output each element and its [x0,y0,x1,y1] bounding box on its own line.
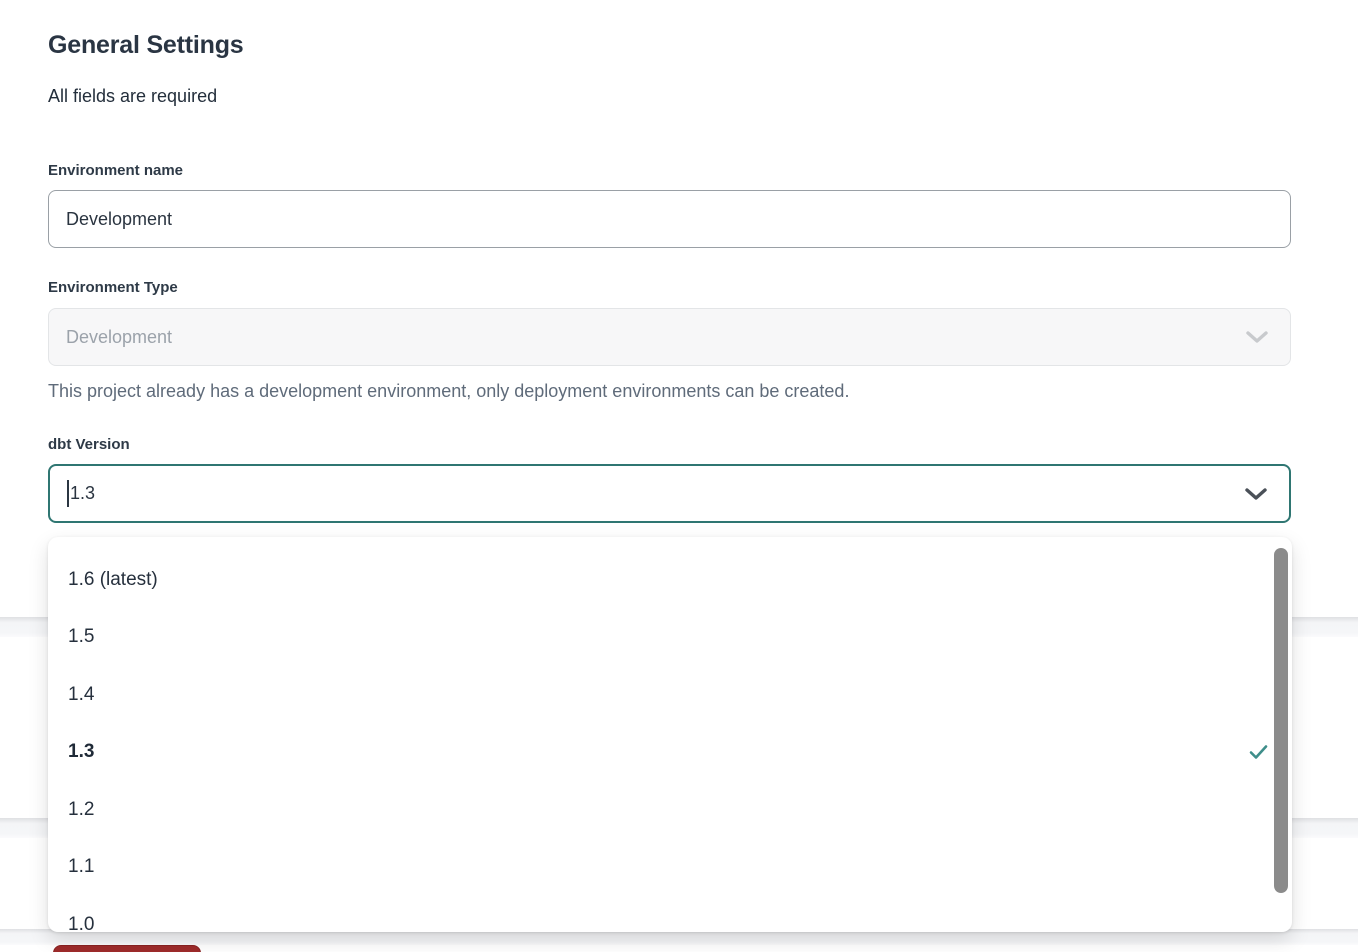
dropdown-scrollbar[interactable] [1274,548,1288,893]
delete-environment-button[interactable] [53,945,201,952]
option-label: 1.0 [68,914,94,932]
dropdown-option-1-1[interactable]: 1.1 [48,839,1292,897]
dbt-version-dropdown: 1.6 (latest) 1.5 1.4 1.3 1.2 1.1 1.0 [48,537,1292,932]
required-fields-note: All fields are required [48,84,1291,108]
dbt-version-combobox[interactable]: 1.3 [48,464,1291,523]
dropdown-option-1-3[interactable]: 1.3 [48,724,1292,782]
text-caret [67,480,69,507]
dropdown-option-1-4[interactable]: 1.4 [48,666,1292,724]
option-label: 1.5 [68,626,94,648]
chevron-down-icon [1244,329,1270,345]
dropdown-option-1-5[interactable]: 1.5 [48,609,1292,667]
environment-name-label: Environment name [48,162,1291,180]
option-label: 1.6 (latest) [68,569,158,591]
dbt-version-value: 1.3 [70,483,95,504]
environment-type-label: Environment Type [48,279,1291,297]
option-label: 1.4 [68,684,94,706]
option-label: 1.3 [68,741,94,763]
option-label: 1.1 [68,856,94,878]
general-settings-form: General Settings All fields are required… [48,0,1291,523]
dbt-version-label: dbt Version [48,436,1291,454]
option-label: 1.2 [68,799,94,821]
page-title: General Settings [48,30,1291,60]
dropdown-option-1-6[interactable]: 1.6 (latest) [48,551,1292,609]
dropdown-option-1-2[interactable]: 1.2 [48,781,1292,839]
environment-type-select: Development [48,308,1291,366]
dropdown-option-1-0[interactable]: 1.0 [48,896,1292,932]
settings-page: General Settings All fields are required… [0,0,1358,952]
environment-type-value: Development [66,327,172,348]
environment-name-input[interactable] [48,190,1291,248]
environment-type-helper: This project already has a development e… [48,379,1291,403]
chevron-down-icon [1243,486,1269,502]
check-icon [1249,745,1268,760]
